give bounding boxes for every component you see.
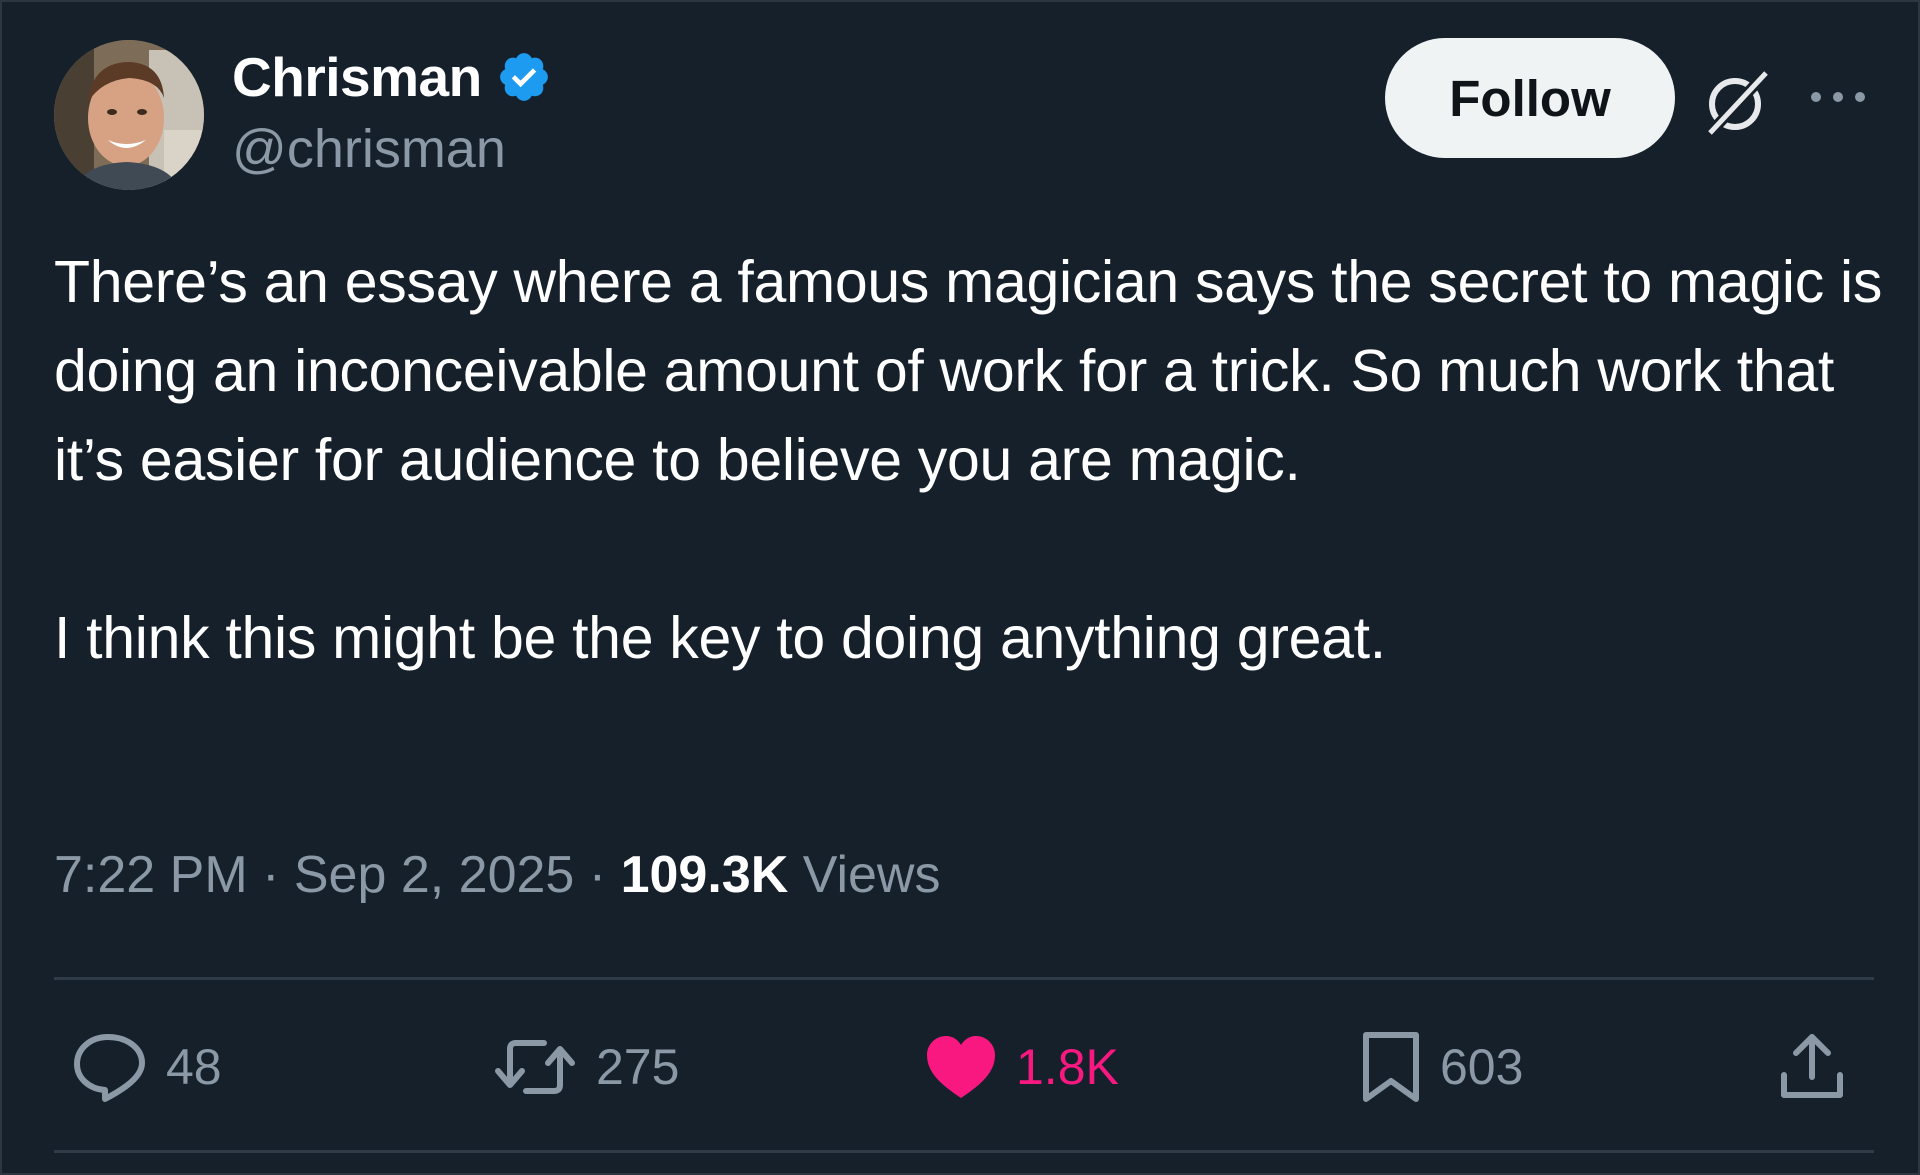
bookmark-button[interactable]: 603 (1360, 1027, 1523, 1107)
repost-icon (495, 1040, 575, 1094)
reply-icon (74, 1034, 145, 1102)
author-display-name[interactable]: Chrisman (232, 44, 482, 110)
share-button[interactable] (1778, 1027, 1846, 1107)
author-name-row[interactable]: Chrisman (232, 44, 552, 110)
avatar[interactable] (54, 40, 204, 190)
tweet-paragraph: I think this might be the key to doing a… (54, 605, 1386, 671)
tweet-time[interactable]: 7:22 PM (54, 846, 248, 904)
more-icon[interactable] (1808, 82, 1868, 112)
heart-icon (927, 1036, 995, 1098)
tweet-date[interactable]: Sep 2, 2025 (294, 846, 574, 904)
bookmark-icon (1363, 1032, 1419, 1102)
tweet-metadata: 7:22 PM · Sep 2, 2025 · 109.3K Views (54, 837, 940, 913)
like-count: 1.8K (1016, 1039, 1119, 1095)
share-icon (1781, 1034, 1843, 1098)
divider (54, 1150, 1874, 1153)
repost-count: 275 (596, 1039, 680, 1095)
reply-button[interactable]: 48 (72, 1027, 222, 1107)
tweet-text: There’s an essay where a famous magician… (54, 238, 1884, 683)
tweet-card: Chrisman @chrisman Follow There’s an ess… (0, 0, 1920, 1175)
avatar-photo (54, 40, 204, 190)
views-label[interactable]: Views (803, 846, 941, 904)
author-handle[interactable]: @chrisman (232, 116, 506, 182)
meta-separator: · (247, 846, 294, 904)
repost-button[interactable]: 275 (492, 1027, 679, 1107)
reply-count: 48 (166, 1039, 222, 1095)
divider (54, 977, 1874, 980)
follow-button[interactable]: Follow (1385, 38, 1675, 158)
like-button[interactable]: 1.8K (924, 1027, 1119, 1107)
meta-separator: · (574, 846, 621, 904)
verified-badge-icon (499, 53, 548, 101)
tweet-paragraph: There’s an essay where a famous magician… (54, 249, 1883, 493)
views-count[interactable]: 109.3K (621, 846, 789, 904)
grok-icon[interactable] (1702, 67, 1772, 137)
bookmark-count: 603 (1440, 1039, 1524, 1095)
